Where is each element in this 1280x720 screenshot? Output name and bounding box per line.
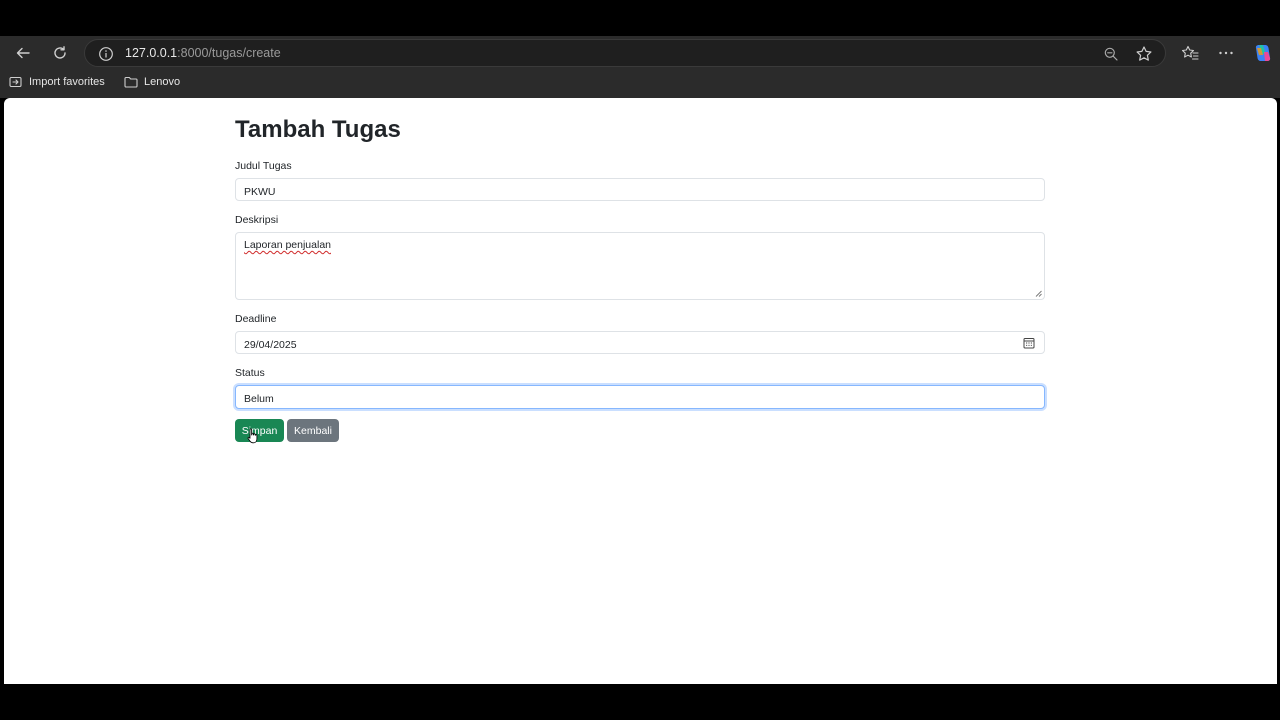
more-icon bbox=[1219, 51, 1233, 55]
more-button[interactable] bbox=[1217, 44, 1235, 62]
calendar-icon[interactable] bbox=[1023, 337, 1035, 349]
deskripsi-value: Laporan penjualan bbox=[244, 239, 331, 251]
back-button[interactable] bbox=[11, 43, 35, 63]
browser-toolbar: 127.0.0.1:8000/tugas/create bbox=[0, 36, 1280, 70]
copilot-icon bbox=[1255, 45, 1271, 61]
deadline-value: 29/04/2025 bbox=[244, 339, 297, 351]
mouse-cursor-icon bbox=[247, 428, 258, 444]
info-icon[interactable] bbox=[98, 46, 114, 62]
favorites-icon bbox=[1181, 45, 1199, 60]
zoom-out-icon[interactable] bbox=[1103, 46, 1119, 62]
bookmark-label: Import favorites bbox=[29, 76, 105, 88]
status-label: Status bbox=[235, 367, 265, 379]
favorites-button[interactable] bbox=[1181, 44, 1199, 62]
status-value: Belum bbox=[244, 393, 274, 405]
import-icon bbox=[9, 76, 22, 88]
deadline-label: Deadline bbox=[235, 313, 277, 325]
bookmark-import-favorites[interactable]: Import favorites bbox=[9, 75, 105, 89]
deskripsi-textarea[interactable]: Laporan penjualan bbox=[235, 232, 1045, 300]
bookmark-lenovo[interactable]: Lenovo bbox=[124, 75, 180, 89]
url-text[interactable]: 127.0.0.1:8000/tugas/create bbox=[125, 46, 281, 60]
bookmarks-bar: Import favorites Lenovo bbox=[0, 72, 1280, 96]
judul-label: Judul Tugas bbox=[235, 160, 292, 172]
deskripsi-label: Deskripsi bbox=[235, 214, 279, 226]
page-title: Tambah Tugas bbox=[235, 116, 401, 143]
page-viewport: Tambah Tugas Judul Tugas PKWU Deskripsi … bbox=[4, 98, 1277, 684]
reload-icon bbox=[54, 46, 66, 59]
save-button[interactable]: Simpan bbox=[235, 419, 284, 442]
resize-handle-icon[interactable] bbox=[1035, 290, 1042, 297]
star-icon[interactable] bbox=[1135, 45, 1153, 63]
judul-input[interactable]: PKWU bbox=[235, 178, 1045, 201]
browser-chrome: 127.0.0.1:8000/tugas/create Import favor… bbox=[0, 36, 1280, 98]
copilot-button[interactable] bbox=[1253, 43, 1273, 63]
judul-value: PKWU bbox=[244, 186, 276, 198]
address-bar[interactable]: 127.0.0.1:8000/tugas/create bbox=[84, 39, 1166, 67]
deadline-date-input[interactable]: 29/04/2025 bbox=[235, 331, 1045, 354]
status-select[interactable]: Belum bbox=[235, 385, 1045, 409]
reload-button[interactable] bbox=[48, 43, 72, 63]
back-link-button[interactable]: Kembali bbox=[287, 419, 339, 442]
folder-icon bbox=[124, 76, 138, 88]
bookmark-label: Lenovo bbox=[144, 76, 181, 88]
arrow-left-icon bbox=[16, 47, 30, 59]
